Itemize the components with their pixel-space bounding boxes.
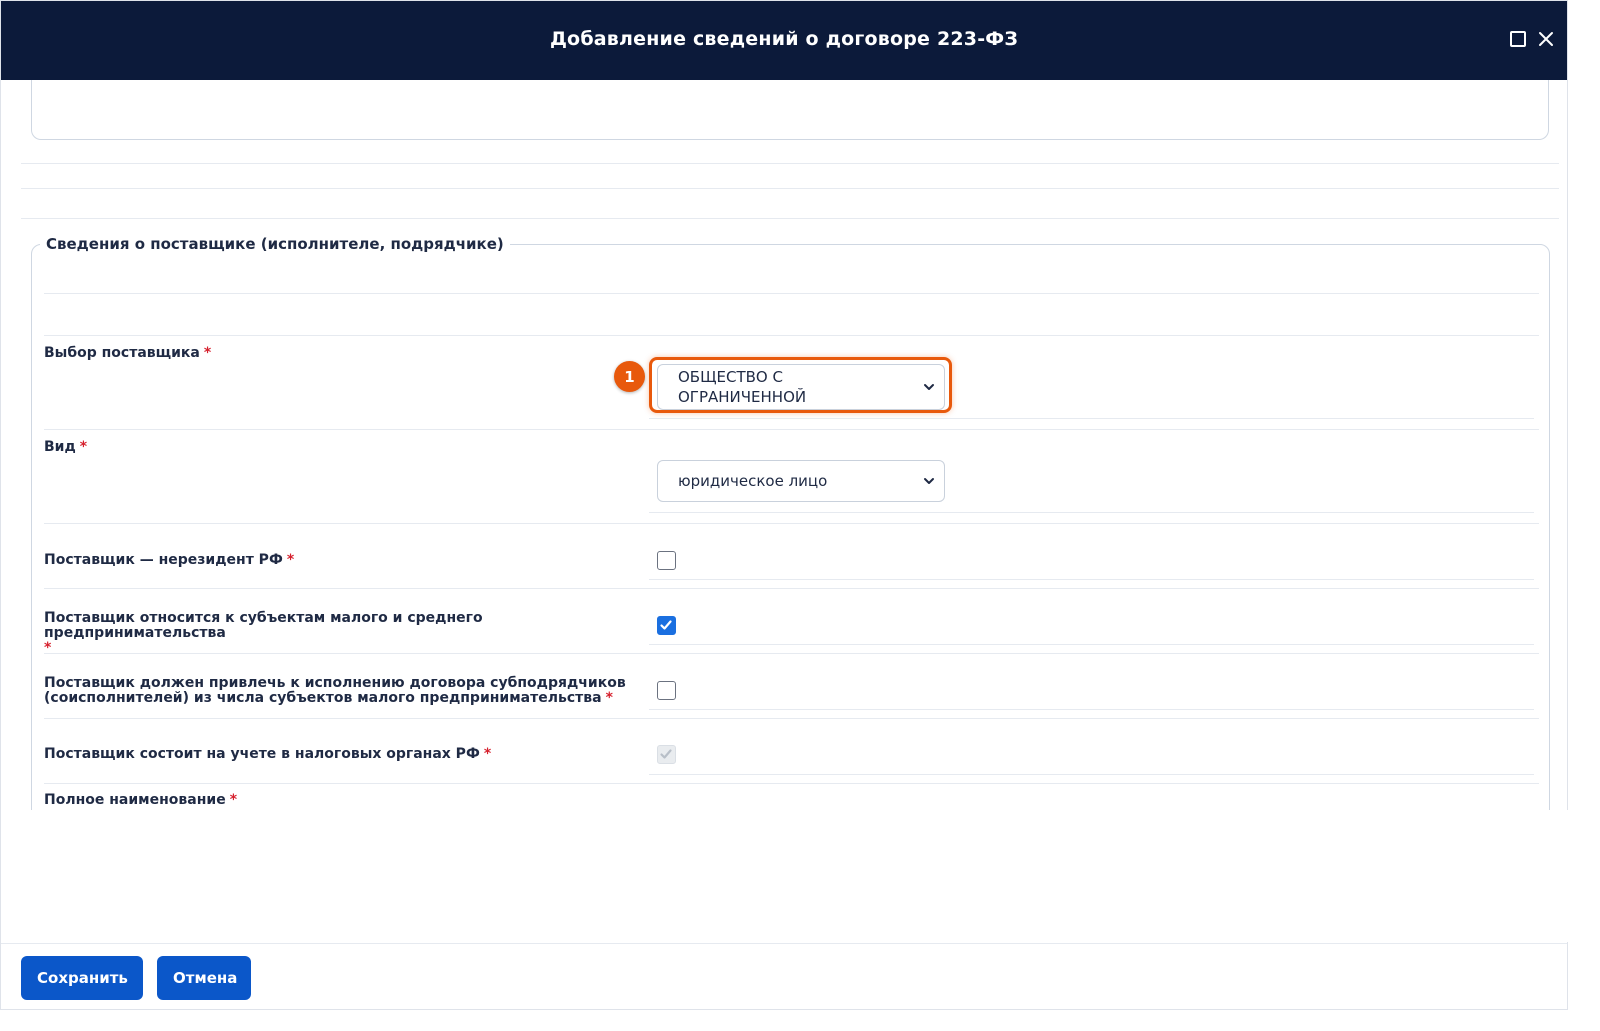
non-resident-checkbox[interactable] [657, 551, 676, 570]
tax-registered-label: Поставщик состоит на учете в налоговых о… [44, 747, 491, 762]
step-badge: 1 [614, 361, 645, 392]
divider [21, 163, 1559, 164]
required-mark: * [605, 690, 613, 706]
content-scroll-mask [2, 810, 1568, 942]
sme-label: Поставщик относится к субъектам малого и… [44, 611, 634, 656]
divider [21, 188, 1559, 189]
previous-field-box [31, 80, 1549, 140]
supplier-choice-label: Выбор поставщика * [44, 346, 211, 361]
subcontractors-checkbox[interactable] [657, 681, 676, 700]
dialog-footer: Сохранить Отмена [1, 943, 1567, 1011]
non-resident-label: Поставщик — нерезидент РФ * [44, 553, 294, 568]
divider [44, 783, 1539, 784]
tax-registered-checkbox [657, 745, 676, 764]
divider [649, 709, 1534, 710]
full-name-label-text: Полное наименование [44, 792, 226, 808]
sme-checkbox[interactable] [657, 616, 676, 635]
supplier-select[interactable]: ОБЩЕСТВО С ОГРАНИЧЕННОЙ [657, 364, 945, 410]
kind-label: Вид * [44, 440, 87, 455]
non-resident-label-text: Поставщик — нерезидент РФ [44, 552, 283, 568]
dialog-titlebar: Добавление сведений о договоре 223-ФЗ [1, 1, 1567, 80]
checkmark-icon [660, 749, 672, 759]
chevron-down-icon [924, 478, 934, 484]
dialog-title: Добавление сведений о договоре 223-ФЗ [549, 28, 1019, 50]
subcontractors-label-line1: Поставщик должен привлечь к исполнению д… [44, 675, 626, 691]
supplier-section-legend: Сведения о поставщике (исполнителе, подр… [46, 235, 504, 253]
divider [649, 579, 1534, 580]
subcontractors-label-line2: (соисполнителей) из числа субъектов мало… [44, 690, 602, 706]
supplier-select-value-line2: ОГРАНИЧЕННОЙ [678, 388, 807, 406]
kind-label-text: Вид [44, 439, 76, 455]
maximize-button[interactable] [1508, 29, 1528, 49]
required-mark: * [203, 345, 212, 361]
divider [21, 218, 1559, 219]
required-mark: * [483, 746, 492, 762]
divider [44, 335, 1539, 336]
cancel-button[interactable]: Отмена [157, 956, 251, 1000]
kind-select-value: юридическое лицо [678, 472, 828, 490]
supplier-select-value-line1: ОБЩЕСТВО С [678, 368, 783, 386]
checkmark-icon [660, 620, 672, 630]
divider [44, 588, 1539, 589]
chevron-down-icon [924, 384, 934, 390]
divider [44, 718, 1539, 719]
sme-label-text: Поставщик относится к субъектам малого и… [44, 610, 483, 641]
close-icon [1539, 32, 1553, 46]
supplier-select-value: ОБЩЕСТВО С ОГРАНИЧЕННОЙ [678, 367, 806, 407]
divider [649, 418, 1534, 419]
divider [649, 644, 1534, 645]
divider [649, 512, 1534, 513]
close-button[interactable] [1536, 29, 1556, 49]
divider [649, 774, 1534, 775]
supplier-choice-label-text: Выбор поставщика [44, 345, 200, 361]
required-mark: * [229, 792, 238, 808]
divider [44, 429, 1539, 430]
kind-select[interactable]: юридическое лицо [657, 460, 945, 502]
required-mark: * [79, 439, 88, 455]
divider [44, 523, 1539, 524]
contract-dialog: Добавление сведений о договоре 223-ФЗ Св… [0, 0, 1568, 1010]
required-mark: * [286, 552, 295, 568]
subcontractors-label: Поставщик должен привлечь к исполнению д… [44, 676, 644, 706]
full-name-label: Полное наименование * [44, 793, 237, 808]
save-button[interactable]: Сохранить [21, 956, 143, 1000]
tax-registered-label-text: Поставщик состоит на учете в налоговых о… [44, 746, 480, 762]
maximize-icon [1510, 31, 1526, 47]
divider [44, 653, 1539, 654]
divider [44, 293, 1539, 294]
